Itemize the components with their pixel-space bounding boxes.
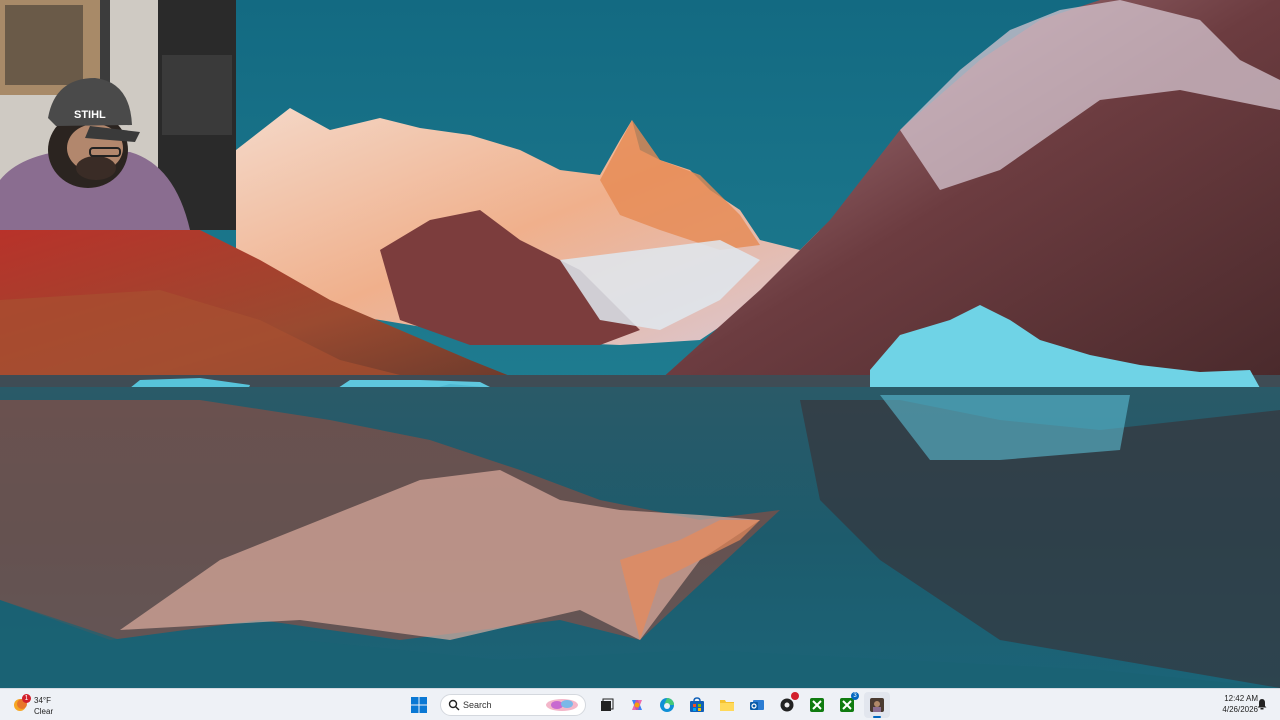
weather-badge: 1 [22,694,31,703]
search-placeholder: Search [463,700,492,710]
webcam-person-image: STIHL [0,0,236,230]
xbox-count-badge: 3 [851,692,859,700]
file-explorer-button[interactable] [714,692,740,718]
taskbar: 1 34°F Clear Search 3 12:42 AM 4/26/2026 [0,688,1280,720]
xbox-app-button[interactable]: 3 [834,692,860,718]
weather-temperature: 34°F [34,696,51,705]
clock-date: 4/26/2026 [1222,705,1258,714]
store-bag-icon [690,697,704,712]
microsoft-store-button[interactable] [684,692,710,718]
open-app-button[interactable] [864,692,890,718]
start-button[interactable] [406,692,432,718]
task-view-button[interactable] [594,692,620,718]
task-view-icon [601,698,614,711]
copilot-icon [632,700,642,710]
search-highlight-icon [546,699,578,711]
edge-button[interactable] [654,692,680,718]
search-icon [448,699,460,711]
notification-badge [791,692,799,700]
outlook-button[interactable] [744,692,770,718]
active-indicator [873,716,881,718]
outlook-mail-icon [750,700,764,710]
copilot-button[interactable] [624,692,650,718]
open-app-icon [870,698,884,712]
search-box[interactable]: Search [440,694,586,716]
windows-logo-icon [411,697,427,713]
clock-time: 12:42 AM [1224,694,1258,703]
notification-bell-icon[interactable] [1256,698,1268,710]
folder-icon [720,700,734,711]
webcam-overlay: STIHL [0,0,236,230]
weather-widget[interactable]: 1 34°F Clear [10,693,80,717]
weather-condition: Clear [34,707,54,716]
svg-text:STIHL: STIHL [74,109,106,121]
edge-browser-icon [660,698,674,712]
xbox-icon [810,698,824,712]
app-button-red-badge[interactable] [774,692,800,718]
taskbar-center: Search 3 [406,692,890,718]
xbox-button[interactable] [804,692,830,718]
system-clock[interactable]: 12:42 AM 4/26/2026 [1208,693,1258,715]
